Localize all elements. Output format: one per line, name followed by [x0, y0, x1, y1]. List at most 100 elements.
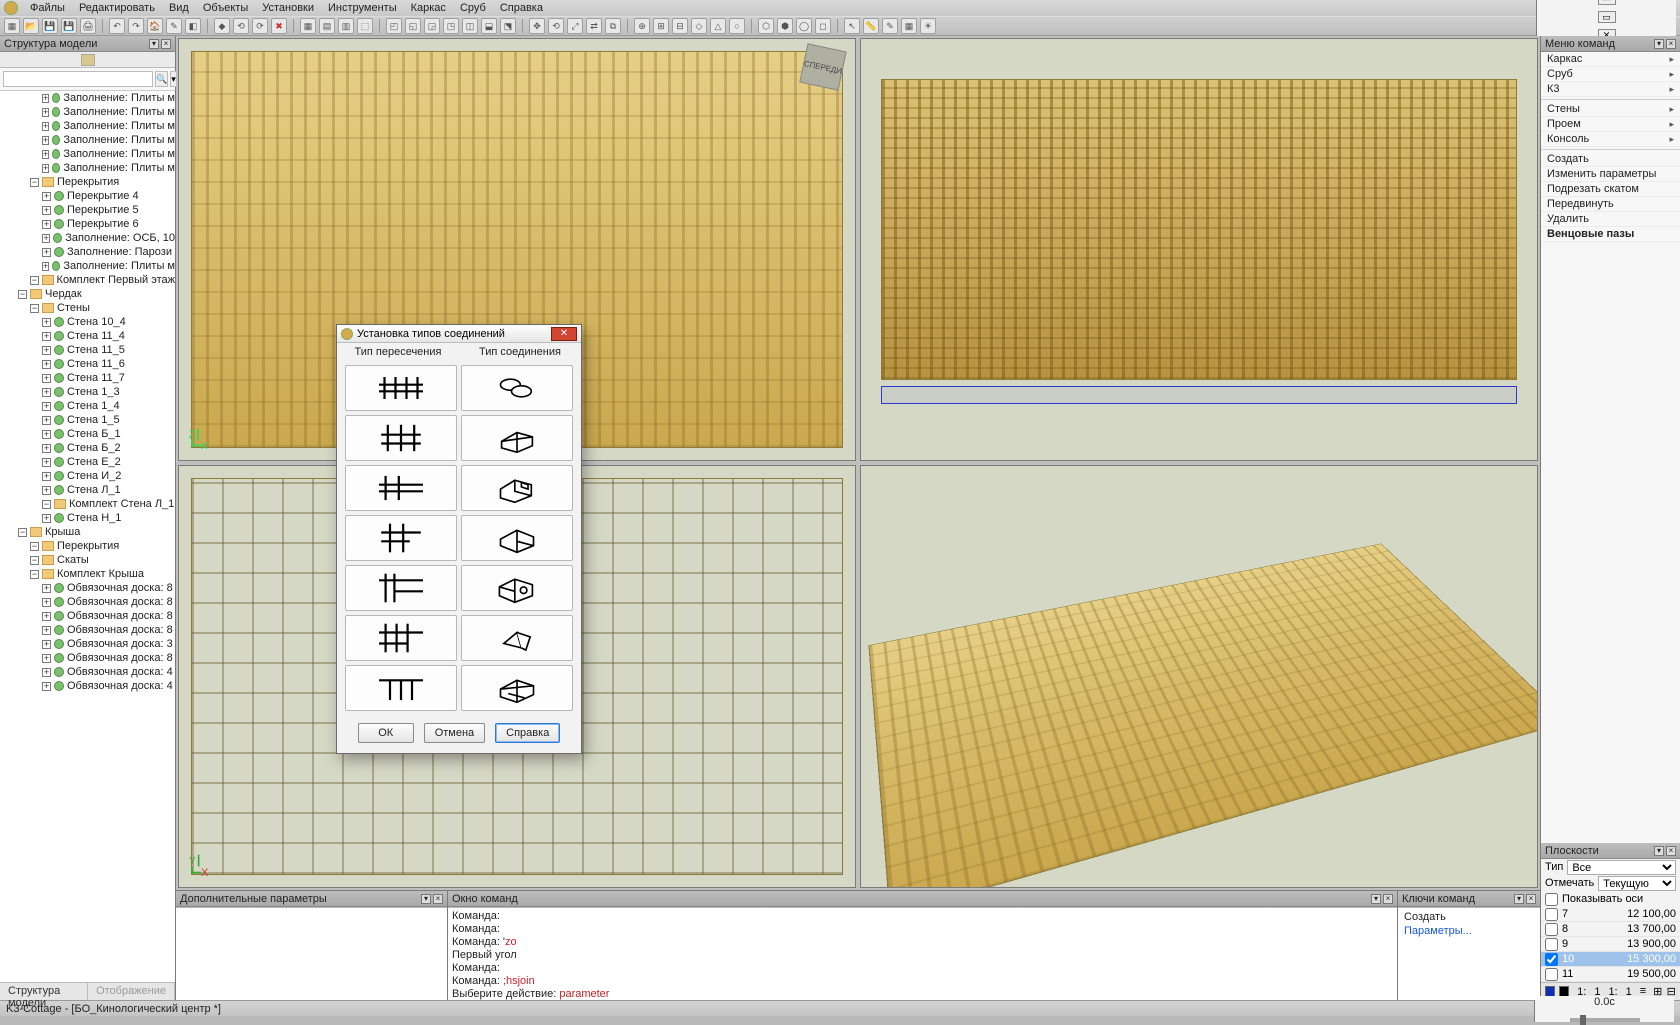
plane-checkbox[interactable]: [1545, 953, 1558, 966]
dialog-cancel-button[interactable]: Отмена: [424, 723, 485, 743]
cmd-menu-item[interactable]: Создать: [1541, 152, 1680, 167]
expander-icon[interactable]: −: [18, 528, 27, 537]
tree-row[interactable]: +Стена 11_4: [0, 329, 175, 343]
expander-icon[interactable]: +: [42, 234, 50, 243]
cmd-menu-item[interactable]: К3▸: [1541, 82, 1680, 97]
tb-mirror-icon[interactable]: ⇄: [586, 18, 602, 34]
tree-row[interactable]: +Стена 11_5: [0, 343, 175, 357]
tb-pencil-icon[interactable]: ✎: [882, 18, 898, 34]
expander-icon[interactable]: +: [42, 640, 51, 649]
tb-snap5-icon[interactable]: △: [710, 18, 726, 34]
cmd-menu-item[interactable]: Стены▸: [1541, 102, 1680, 117]
cmd-menu-item[interactable]: Венцовые пазы: [1541, 227, 1680, 242]
tab-display[interactable]: Отображение: [88, 983, 175, 1000]
plane-row[interactable]: 913 900,00: [1541, 937, 1680, 952]
tb-print-icon[interactable]: 🖨: [80, 18, 96, 34]
plane-row[interactable]: 712 100,00: [1541, 907, 1680, 922]
window-minimize-button[interactable]: —: [1598, 0, 1616, 5]
tb-open-icon[interactable]: 📂: [23, 18, 39, 34]
expander-icon[interactable]: +: [42, 598, 51, 607]
tree-row[interactable]: +Стена 1_5: [0, 413, 175, 427]
tb-m1-icon[interactable]: ◰: [386, 18, 402, 34]
tb-snap4-icon[interactable]: ◇: [691, 18, 707, 34]
expander-icon[interactable]: +: [42, 108, 49, 117]
plane-checkbox[interactable]: [1545, 968, 1558, 981]
expander-icon[interactable]: +: [42, 374, 51, 383]
plane-row[interactable]: 1119 500,00: [1541, 967, 1680, 982]
tree-row[interactable]: +Заполнение: Плиты м: [0, 133, 175, 147]
tb-snap2-icon[interactable]: ⊞: [653, 18, 669, 34]
expander-icon[interactable]: +: [42, 584, 51, 593]
panel-close-icon[interactable]: ×: [433, 894, 443, 904]
tree-row[interactable]: +Заполнение: Плиты м: [0, 147, 175, 161]
expander-icon[interactable]: +: [42, 514, 51, 523]
tree-row[interactable]: +Стена 11_7: [0, 371, 175, 385]
plane-checkbox[interactable]: [1545, 923, 1558, 936]
panel-pin-icon[interactable]: ▾: [1654, 846, 1664, 856]
tb-grid-icon[interactable]: ▦: [300, 18, 316, 34]
tb-copy-icon[interactable]: ⧉: [605, 18, 621, 34]
expander-icon[interactable]: +: [42, 654, 51, 663]
panel-close-icon[interactable]: ×: [1383, 894, 1393, 904]
expander-icon[interactable]: −: [30, 556, 39, 565]
panel-close-icon[interactable]: ×: [1666, 846, 1676, 856]
tb-snap3-icon[interactable]: ⊟: [672, 18, 688, 34]
menu-objects[interactable]: Объекты: [197, 1, 254, 15]
model-tree[interactable]: +Заполнение: Плиты м+Заполнение: Плиты м…: [0, 91, 175, 982]
dialog-titlebar[interactable]: Установка типов соединений ✕: [337, 325, 581, 343]
tab-structure[interactable]: Структура модели: [0, 983, 88, 1000]
tree-row[interactable]: +Заполнение: Парози: [0, 245, 175, 259]
planes-mark-select[interactable]: Текущую: [1598, 876, 1676, 891]
expander-icon[interactable]: +: [42, 444, 51, 453]
zoom-slider[interactable]: [1570, 1018, 1640, 1022]
tb-m7-icon[interactable]: ⬔: [500, 18, 516, 34]
tb-layers-icon[interactable]: ▤: [319, 18, 335, 34]
expander-icon[interactable]: +: [42, 416, 51, 425]
tree-row[interactable]: +Обвязочная доска: 8: [0, 609, 175, 623]
tree-row[interactable]: +Обвязочная доска: 4: [0, 679, 175, 693]
tree-row[interactable]: +Заполнение: Плиты м: [0, 119, 175, 133]
tb-sun-icon[interactable]: ☀: [920, 18, 936, 34]
plane-row[interactable]: 813 700,00: [1541, 922, 1680, 937]
cmd-menu-item[interactable]: Изменить параметры: [1541, 167, 1680, 182]
cmd-menu-item[interactable]: Удалить: [1541, 212, 1680, 227]
tb-snap1-icon[interactable]: ⊕: [634, 18, 650, 34]
tree-row[interactable]: −Крыша: [0, 525, 175, 539]
key-parameters[interactable]: Параметры...: [1402, 924, 1536, 938]
tree-row[interactable]: +Перекрытие 6: [0, 217, 175, 231]
expander-icon[interactable]: −: [30, 178, 39, 187]
expander-icon[interactable]: −: [18, 290, 27, 299]
expander-icon[interactable]: +: [42, 248, 51, 257]
viewcube[interactable]: СПЕРЕДИ: [799, 43, 846, 90]
expander-icon[interactable]: +: [42, 220, 51, 229]
cmd-menu-item[interactable]: Подрезать скатом: [1541, 182, 1680, 197]
tree-row[interactable]: −Комплект Первый этаж: [0, 273, 175, 287]
tb-home-icon[interactable]: 🏠: [147, 18, 163, 34]
tree-row[interactable]: +Заполнение: ОСБ, 10: [0, 231, 175, 245]
expander-icon[interactable]: +: [42, 192, 51, 201]
expander-icon[interactable]: −: [30, 570, 39, 579]
tb-saveas-icon[interactable]: 💾: [61, 18, 77, 34]
tree-row[interactable]: +Стена 1_4: [0, 399, 175, 413]
tb-cancel-icon[interactable]: ✖: [271, 18, 287, 34]
expander-icon[interactable]: +: [42, 150, 49, 159]
panel-close-icon[interactable]: ×: [161, 39, 171, 49]
cmd-menu-item[interactable]: Сруб▸: [1541, 67, 1680, 82]
tb-cursor-icon[interactable]: ↖: [844, 18, 860, 34]
tree-row[interactable]: −Перекрытия: [0, 175, 175, 189]
expander-icon[interactable]: +: [42, 626, 51, 635]
menu-view[interactable]: Вид: [163, 1, 195, 15]
tree-row[interactable]: +Стена Б_1: [0, 427, 175, 441]
dialog-help-button[interactable]: Справка: [495, 723, 560, 743]
tree-row[interactable]: +Обвязочная доска: 8: [0, 595, 175, 609]
joint-type-6[interactable]: [461, 615, 573, 661]
panel-close-icon[interactable]: ×: [1666, 39, 1676, 49]
tree-row[interactable]: +Стена И_2: [0, 469, 175, 483]
tree-row[interactable]: +Заполнение: Плиты м: [0, 259, 175, 273]
expander-icon[interactable]: +: [42, 430, 51, 439]
expander-icon[interactable]: +: [42, 612, 51, 621]
tb-rotate-icon[interactable]: ⟲: [548, 18, 564, 34]
expander-icon[interactable]: +: [42, 318, 51, 327]
expander-icon[interactable]: +: [42, 262, 49, 271]
tb-redo-icon[interactable]: ↷: [128, 18, 144, 34]
